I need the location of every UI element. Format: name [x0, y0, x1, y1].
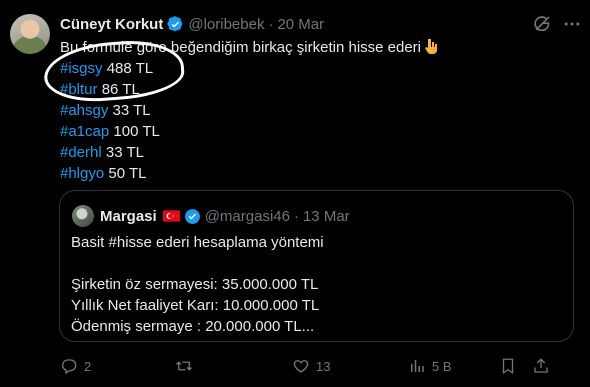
- grok-icon[interactable]: [532, 14, 552, 34]
- author-name[interactable]: Cüneyt Korkut: [60, 16, 163, 33]
- flag-icon: [162, 210, 180, 222]
- views-count: 5 B: [432, 358, 452, 374]
- reply-button[interactable]: 2: [60, 355, 91, 377]
- separator: ·: [268, 15, 274, 33]
- quote-header: Margasi @margasi46 · 13 Mar: [100, 205, 350, 227]
- like-count: 13: [316, 358, 331, 374]
- quote-date: 13 Mar: [302, 207, 350, 225]
- stock-line: #isgsy 488 TL: [60, 58, 439, 79]
- tweet-intro-line: Bu formüle göre beğendiğim birkaç şirket…: [60, 37, 439, 58]
- reply-count: 2: [84, 358, 92, 374]
- stock-line: #a1cap 100 TL: [60, 121, 439, 142]
- author-avatar[interactable]: [10, 14, 50, 54]
- hashtag-link[interactable]: #hlgyo: [60, 165, 104, 182]
- stock-line: #derhl 33 TL: [60, 142, 439, 163]
- quoted-tweet[interactable]: Margasi @margasi46 · 13 Mar Basit #hisse…: [59, 190, 574, 342]
- quote-line: Yıllık Net faaliyet Karı: 10.000.000 TL: [71, 297, 320, 314]
- share-button[interactable]: [532, 355, 550, 377]
- tweet-intro: Bu formüle göre beğendiğim birkaç şirket…: [60, 39, 422, 56]
- stock-line: #hlgyo 50 TL: [60, 163, 439, 184]
- stock-value: 488 TL: [106, 60, 154, 77]
- quote-line: [71, 253, 324, 274]
- separator: ·: [293, 207, 299, 225]
- stock-line: #ahsgy 33 TL: [60, 100, 439, 121]
- retweet-icon: [176, 361, 192, 371]
- quote-text: Basit #hisse ederi hesaplama yöntemi Şir…: [71, 232, 324, 337]
- action-bar: 2 13 5 B: [60, 355, 580, 377]
- hashtag-link[interactable]: #ahsgy: [60, 102, 108, 119]
- verified-icon: [184, 208, 200, 224]
- tweet-date[interactable]: 20 Mar: [277, 16, 324, 33]
- quote-author-avatar: [72, 205, 94, 227]
- verified-icon: [167, 15, 183, 31]
- quote-author-handle: @margasi46: [204, 207, 290, 225]
- quote-line: Ödenmiş sermaye : 20.000.000 TL...: [71, 318, 315, 335]
- bookmark-icon: [502, 358, 514, 375]
- more-icon[interactable]: [562, 14, 582, 34]
- hashtag-link[interactable]: #a1cap: [60, 123, 109, 140]
- author-handle[interactable]: @loribebek: [188, 16, 264, 33]
- retweet-button[interactable]: [175, 355, 199, 377]
- quote-line: Basit #hisse ederi hesaplama yöntemi: [71, 234, 324, 251]
- stock-value: 33 TL: [105, 144, 144, 161]
- reply-icon: [62, 359, 77, 374]
- quote-author-name: Margasi: [100, 207, 157, 225]
- like-button[interactable]: 13: [292, 355, 330, 377]
- tweet[interactable]: Cüneyt Korkut @loribebek · 20 Mar Bu for…: [0, 0, 590, 387]
- views-icon: [411, 360, 424, 372]
- tweet-header: Cüneyt Korkut @loribebek · 20 Mar: [60, 14, 324, 34]
- quote-line: Şirketin öz sermayesi: 35.000.000 TL: [71, 276, 319, 293]
- stock-value: 100 TL: [113, 123, 160, 140]
- like-icon: [293, 360, 309, 373]
- stock-value: 33 TL: [112, 102, 151, 119]
- bookmark-button[interactable]: [499, 355, 517, 377]
- stock-value: 86 TL: [101, 81, 140, 98]
- views-button[interactable]: 5 B: [408, 355, 452, 377]
- stock-value: 50 TL: [108, 165, 147, 182]
- stock-line: #bltur 86 TL: [60, 79, 439, 100]
- hashtag-link[interactable]: #isgsy: [60, 60, 103, 77]
- share-icon: [534, 358, 548, 373]
- pointing-down-emoji-icon: [425, 39, 438, 54]
- hashtag-link[interactable]: #derhl: [60, 144, 102, 161]
- tweet-text: Bu formüle göre beğendiğim birkaç şirket…: [60, 37, 439, 184]
- hashtag-link[interactable]: #bltur: [60, 81, 98, 98]
